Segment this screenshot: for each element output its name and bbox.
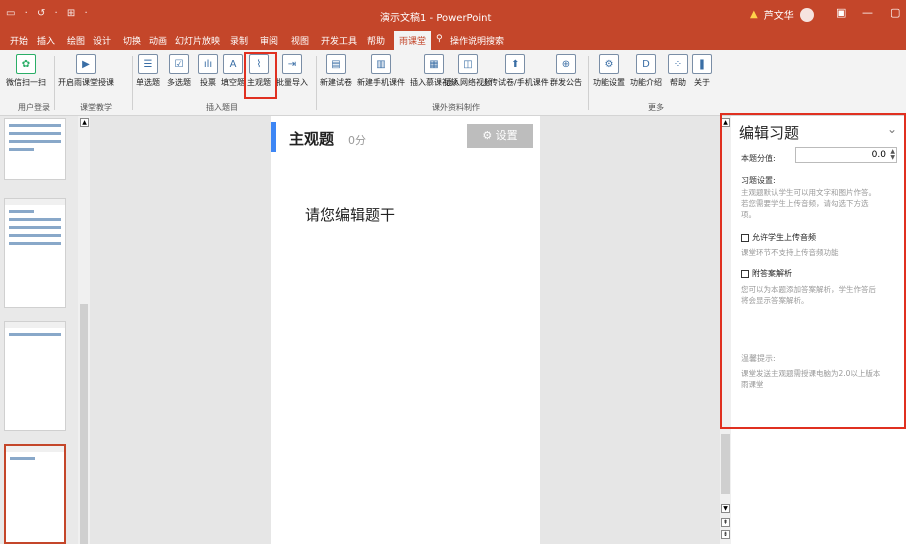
group-divider: [588, 56, 589, 110]
broadcast-button[interactable]: ⊕ 群发公告: [550, 54, 582, 88]
group-label-teaching: 课堂教学: [80, 103, 112, 112]
single-choice-icon: ☰: [138, 54, 158, 74]
group-label-more: 更多: [648, 103, 664, 112]
ribbon-display-options-icon[interactable]: ▣: [836, 6, 846, 19]
scroll-down-icon[interactable]: ▼: [721, 504, 730, 513]
wechat-scan-button[interactable]: ✿ 微信扫一扫: [6, 54, 46, 88]
tab-developer[interactable]: 开发工具: [321, 34, 357, 47]
group-label-insert-question: 插入题目: [206, 103, 238, 112]
close-button[interactable]: ▢: [890, 6, 900, 19]
wechat-icon: ✿: [16, 54, 36, 74]
tab-insert[interactable]: 插入: [37, 34, 55, 47]
tab-transitions[interactable]: 切换: [123, 34, 141, 47]
tab-animations[interactable]: 动画: [149, 34, 167, 47]
previous-slide-icon[interactable]: ⇞: [721, 518, 730, 527]
fill-blank-button[interactable]: A 填空题: [221, 54, 245, 88]
play-icon: ▶: [76, 54, 96, 74]
about-icon: ❚: [692, 54, 712, 74]
slide-thumbnail-pane[interactable]: [0, 116, 90, 544]
user-name: 芦文华: [763, 11, 794, 22]
mooc-video-icon: ▦: [424, 54, 444, 74]
group-divider: [132, 56, 133, 110]
question-type-title: 主观题: [289, 130, 335, 148]
intro-icon: D: [636, 54, 656, 74]
function-intro-button[interactable]: D 功能介绍: [630, 54, 662, 88]
group-divider: [316, 56, 317, 110]
slide-canvas[interactable]: 主观题 0分 ⚙ 设置 请您编辑题干: [271, 116, 540, 544]
question-settings-button[interactable]: ⚙ 设置: [467, 124, 533, 148]
vote-button[interactable]: ılı 投票: [198, 54, 218, 88]
thumbnail-scrollbar[interactable]: [78, 116, 90, 544]
help-icon: ⁘: [668, 54, 688, 74]
batch-import-button[interactable]: ⇥ 批量导入: [276, 54, 308, 88]
function-settings-button[interactable]: ⚙ 功能设置: [593, 54, 625, 88]
ribbon-tab-bar: 开始 插入 绘图 设计 切换 动画 幻灯片放映 录制 审阅 视图 开发工具 帮助…: [0, 30, 906, 51]
accent-bar: [271, 122, 276, 152]
new-mobile-courseware-icon: ▥: [371, 54, 391, 74]
upload-icon: ⬆: [505, 54, 526, 74]
question-stem[interactable]: 请您编辑题干: [305, 204, 395, 225]
single-choice-button[interactable]: ☰ 单选题: [136, 54, 160, 88]
settings-icon: ⚙: [599, 54, 619, 74]
scrollbar-thumb[interactable]: [80, 304, 88, 544]
minimize-button[interactable]: —: [862, 6, 873, 19]
search-icon: ⚲: [436, 34, 443, 44]
highlight-box: [720, 113, 906, 429]
batch-import-icon: ⇥: [282, 54, 302, 74]
tab-home[interactable]: 开始: [10, 34, 28, 47]
tab-design[interactable]: 设计: [93, 34, 111, 47]
fill-blank-icon: A: [223, 54, 243, 74]
scrollbar-thumb[interactable]: [721, 434, 730, 494]
next-slide-icon[interactable]: ⇟: [721, 530, 730, 539]
new-exam-button[interactable]: ▤ 新建试卷: [320, 54, 352, 88]
web-video-icon: ◫: [458, 54, 478, 74]
multi-choice-icon: ☑: [169, 54, 189, 74]
highlight-box: [244, 52, 277, 99]
tab-record[interactable]: 录制: [230, 34, 248, 47]
user-account[interactable]: ▲ 芦文华: [750, 7, 814, 22]
tab-view[interactable]: 视图: [291, 34, 309, 47]
tell-me-search[interactable]: 操作说明搜索: [450, 34, 504, 47]
upload-exam-button[interactable]: ⬆ 上传试卷/手机课件: [482, 54, 549, 88]
vote-icon: ılı: [198, 54, 218, 74]
slide-thumbnail[interactable]: [4, 321, 66, 431]
help-button[interactable]: ⁘ 帮助: [668, 54, 688, 88]
multi-choice-button[interactable]: ☑ 多选题: [167, 54, 191, 88]
quick-access-toolbar[interactable]: ▭ · ↺ · ⊞ ·: [6, 8, 91, 19]
group-divider: [54, 56, 55, 110]
warning-icon: ▲: [750, 9, 758, 20]
tab-draw[interactable]: 绘图: [67, 34, 85, 47]
tab-review[interactable]: 审阅: [260, 34, 278, 47]
tab-rain-classroom[interactable]: 雨课堂: [394, 31, 432, 51]
window-title: 演示文稿1 - PowerPoint: [380, 13, 492, 24]
new-mobile-courseware-button[interactable]: ▥ 新建手机课件: [357, 54, 405, 88]
slide-thumbnail-selected[interactable]: [4, 444, 66, 544]
start-class-button[interactable]: ▶ 开启雨课堂授课: [58, 54, 114, 88]
slide-thumbnail[interactable]: [4, 118, 66, 180]
broadcast-icon: ⊕: [556, 54, 576, 74]
group-label-login: 用户登录: [18, 103, 50, 112]
question-header: 主观题 0分 ⚙ 设置: [271, 122, 540, 152]
avatar[interactable]: [799, 7, 814, 22]
title-bar: ▭ · ↺ · ⊞ · 演示文稿1 - PowerPoint ▲ 芦文华 ▣ —…: [0, 0, 906, 30]
slide-thumbnail[interactable]: [4, 198, 66, 308]
question-score: 0分: [348, 134, 366, 147]
about-button[interactable]: ❚ 关于: [692, 54, 712, 88]
tab-help[interactable]: 帮助: [367, 34, 385, 47]
ribbon: ✿ 微信扫一扫 ▶ 开启雨课堂授课 ☰ 单选题 ☑ 多选题 ılı 投票 A 填…: [0, 50, 906, 116]
new-exam-icon: ▤: [326, 54, 346, 74]
scroll-up-icon[interactable]: ▲: [80, 118, 89, 127]
tab-slideshow[interactable]: 幻灯片放映: [175, 34, 220, 47]
group-label-materials: 课外资料制作: [432, 103, 480, 112]
